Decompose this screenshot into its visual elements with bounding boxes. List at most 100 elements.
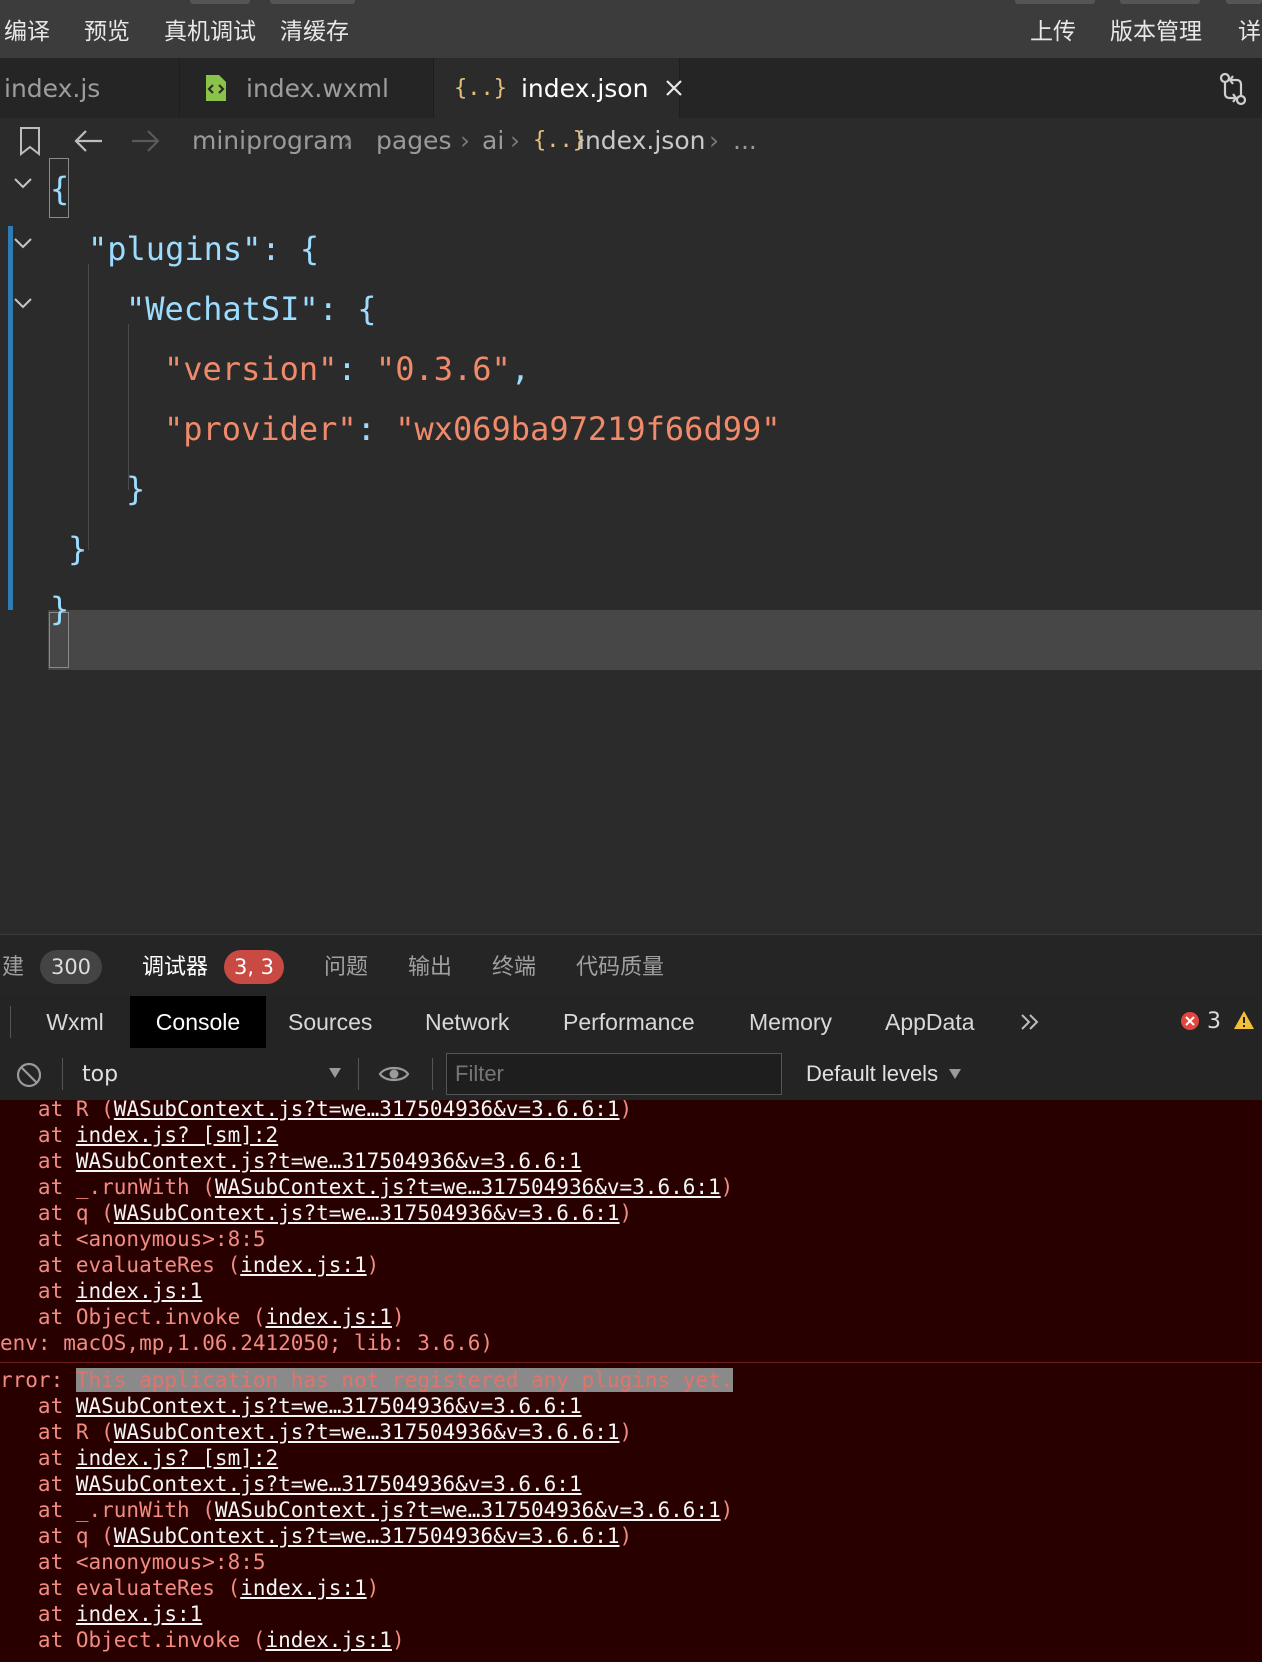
console-text: ) — [619, 1100, 633, 1121]
error-icon — [1180, 1011, 1200, 1035]
bookmark-icon[interactable] — [18, 126, 42, 160]
tab-index-json[interactable]: {..} index.json — [434, 58, 683, 118]
back-arrow-icon[interactable] — [74, 128, 104, 158]
console-output[interactable]: at R (WASubContext.js?t=we…317504936&v=3… — [0, 1100, 1262, 1662]
source-link[interactable]: index.js? [sm]:2 — [76, 1446, 278, 1470]
forward-arrow-icon[interactable] — [130, 128, 160, 158]
breadcrumb-ellipsis[interactable]: ... — [733, 126, 757, 155]
console-text: at _.runWith ( — [0, 1175, 215, 1199]
live-expression-eye-icon[interactable] — [378, 1062, 410, 1090]
source-link[interactable]: WASubContext.js?t=we…317504936&v=3.6.6:1 — [114, 1524, 620, 1548]
clear-console-icon[interactable] — [16, 1062, 42, 1092]
tab-label: Console — [155, 1008, 241, 1035]
devtools-tab-wxml[interactable]: Wxml — [30, 996, 120, 1048]
console-line: at R (WASubContext.js?t=we…317504936&v=3… — [0, 1420, 632, 1446]
scope-highlight-bar — [8, 226, 13, 610]
source-link[interactable]: index.js:1 — [266, 1628, 392, 1652]
source-link[interactable]: WASubContext.js?t=we…317504936&v=3.6.6:1 — [215, 1498, 721, 1522]
console-filter-input[interactable] — [446, 1053, 782, 1095]
breadcrumb-pages[interactable]: pages — [376, 126, 451, 155]
compile-menu[interactable]: 编译 — [4, 12, 50, 46]
console-text: at <anonymous>:8:5 — [0, 1227, 266, 1251]
tab-debugger[interactable]: 调试器 — [142, 949, 208, 981]
console-text: at — [0, 1123, 76, 1147]
details-menu[interactable]: 详 — [1238, 12, 1261, 46]
console-text: at R ( — [0, 1100, 114, 1121]
source-link[interactable]: index.js:1 — [76, 1279, 202, 1303]
code-editor[interactable]: { "plugins": { "WechatSI": { "version": … — [0, 158, 1262, 934]
divider — [358, 1058, 359, 1090]
source-link[interactable]: WASubContext.js?t=we…317504936&v=3.6.6:1 — [76, 1472, 582, 1496]
tab-build[interactable]: 建 — [2, 949, 24, 981]
console-line: at <anonymous>:8:5 — [0, 1227, 266, 1253]
wxml-file-icon — [204, 74, 228, 102]
tab-problems[interactable]: 问题 — [324, 949, 368, 981]
fold-chevron-icon[interactable] — [12, 232, 34, 254]
source-control-compare-icon[interactable] — [1218, 72, 1248, 110]
devtools-tab-bar: Wxml Console Sources Network Performance… — [0, 996, 1262, 1049]
source-link[interactable]: WASubContext.js?t=we…317504936&v=3.6.6:1 — [114, 1100, 620, 1121]
source-link[interactable]: WASubContext.js?t=we…317504936&v=3.6.6:1 — [76, 1149, 582, 1173]
log-levels-value: Default levels — [806, 1061, 939, 1086]
code-line-4: "version": "0.3.6", — [164, 350, 530, 388]
dropdown-arrow-icon — [948, 1068, 962, 1080]
json-separator: : — [356, 410, 396, 448]
console-line: at R (WASubContext.js?t=we…317504936&v=3… — [0, 1100, 632, 1123]
devtools-tab-memory[interactable]: Memory — [749, 996, 832, 1048]
fold-chevron-icon[interactable] — [12, 292, 34, 314]
clear-cache-menu[interactable]: 清缓存 — [280, 12, 349, 46]
console-text: at — [0, 1472, 76, 1496]
console-line: at <anonymous>:8:5 — [0, 1550, 266, 1576]
console-text: ) — [366, 1576, 380, 1600]
console-text: at q ( — [0, 1201, 114, 1225]
close-tab-icon[interactable] — [664, 78, 684, 98]
devtools-tab-network[interactable]: Network — [425, 996, 509, 1048]
tab-terminal[interactable]: 终端 — [492, 949, 536, 981]
context-select[interactable]: top — [82, 1048, 342, 1100]
source-link[interactable]: index.js? [sm]:2 — [76, 1123, 278, 1147]
console-line: at q (WASubContext.js?t=we…317504936&v=3… — [0, 1524, 632, 1550]
source-link[interactable]: WASubContext.js?t=we…317504936&v=3.6.6:1 — [114, 1201, 620, 1225]
build-count-badge: 300 — [40, 950, 102, 984]
source-link[interactable]: WASubContext.js?t=we…317504936&v=3.6.6:1 — [114, 1420, 620, 1444]
json-brace: { — [357, 290, 377, 328]
real-device-debug-menu[interactable]: 真机调试 — [164, 12, 256, 46]
breadcrumb-ai[interactable]: ai — [482, 126, 504, 155]
source-link[interactable]: WASubContext.js?t=we…317504936&v=3.6.6:1 — [215, 1175, 721, 1199]
console-text: at — [0, 1602, 76, 1626]
breadcrumb-separator-icon: › — [460, 126, 470, 155]
tab-code-quality[interactable]: 代码质量 — [576, 949, 664, 981]
devtools-tab-appdata[interactable]: AppData — [885, 996, 975, 1048]
tab-output[interactable]: 输出 — [408, 949, 452, 981]
upload-menu[interactable]: 上传 — [1030, 12, 1076, 46]
json-value: "0.3.6" — [375, 350, 511, 388]
source-link[interactable]: index.js:1 — [76, 1602, 202, 1626]
source-link[interactable]: index.js:1 — [240, 1253, 366, 1277]
console-line: at WASubContext.js?t=we…317504936&v=3.6.… — [0, 1394, 582, 1420]
tab-index-wxml[interactable]: index.wxml — [180, 58, 434, 118]
log-levels-select[interactable]: Default levels — [806, 1048, 962, 1100]
version-management-menu[interactable]: 版本管理 — [1110, 12, 1202, 46]
tab-index-js[interactable]: index.js — [0, 58, 180, 118]
fold-chevron-icon[interactable] — [12, 172, 34, 194]
source-link[interactable]: index.js:1 — [240, 1576, 366, 1600]
dropdown-arrow-icon — [328, 1064, 342, 1083]
breadcrumb-miniprogram[interactable]: miniprogram — [192, 126, 353, 155]
tab-label: index.wxml — [246, 73, 389, 103]
console-line: at index.js:1 — [0, 1279, 202, 1305]
source-link[interactable]: WASubContext.js?t=we…317504936&v=3.6.6:1 — [76, 1394, 582, 1418]
error-count[interactable]: 3 — [1207, 1009, 1221, 1034]
preview-menu[interactable]: 预览 — [84, 12, 130, 46]
more-tabs-chevron-icon[interactable] — [1018, 1010, 1042, 1038]
code-line-3: "WechatSI": { — [126, 290, 376, 328]
source-link[interactable]: index.js:1 — [266, 1305, 392, 1329]
devtools-tab-console[interactable]: Console — [130, 996, 266, 1048]
console-line: at index.js? [sm]:2 — [0, 1446, 278, 1472]
breadcrumb-index-json[interactable]: index.json — [578, 126, 705, 155]
current-line-highlight — [48, 610, 1262, 670]
json-separator: : — [337, 350, 376, 388]
devtools-tab-sources[interactable]: Sources — [288, 996, 372, 1048]
console-text: ) — [391, 1628, 405, 1652]
console-line: at index.js:1 — [0, 1602, 202, 1628]
devtools-tab-performance[interactable]: Performance — [563, 996, 695, 1048]
